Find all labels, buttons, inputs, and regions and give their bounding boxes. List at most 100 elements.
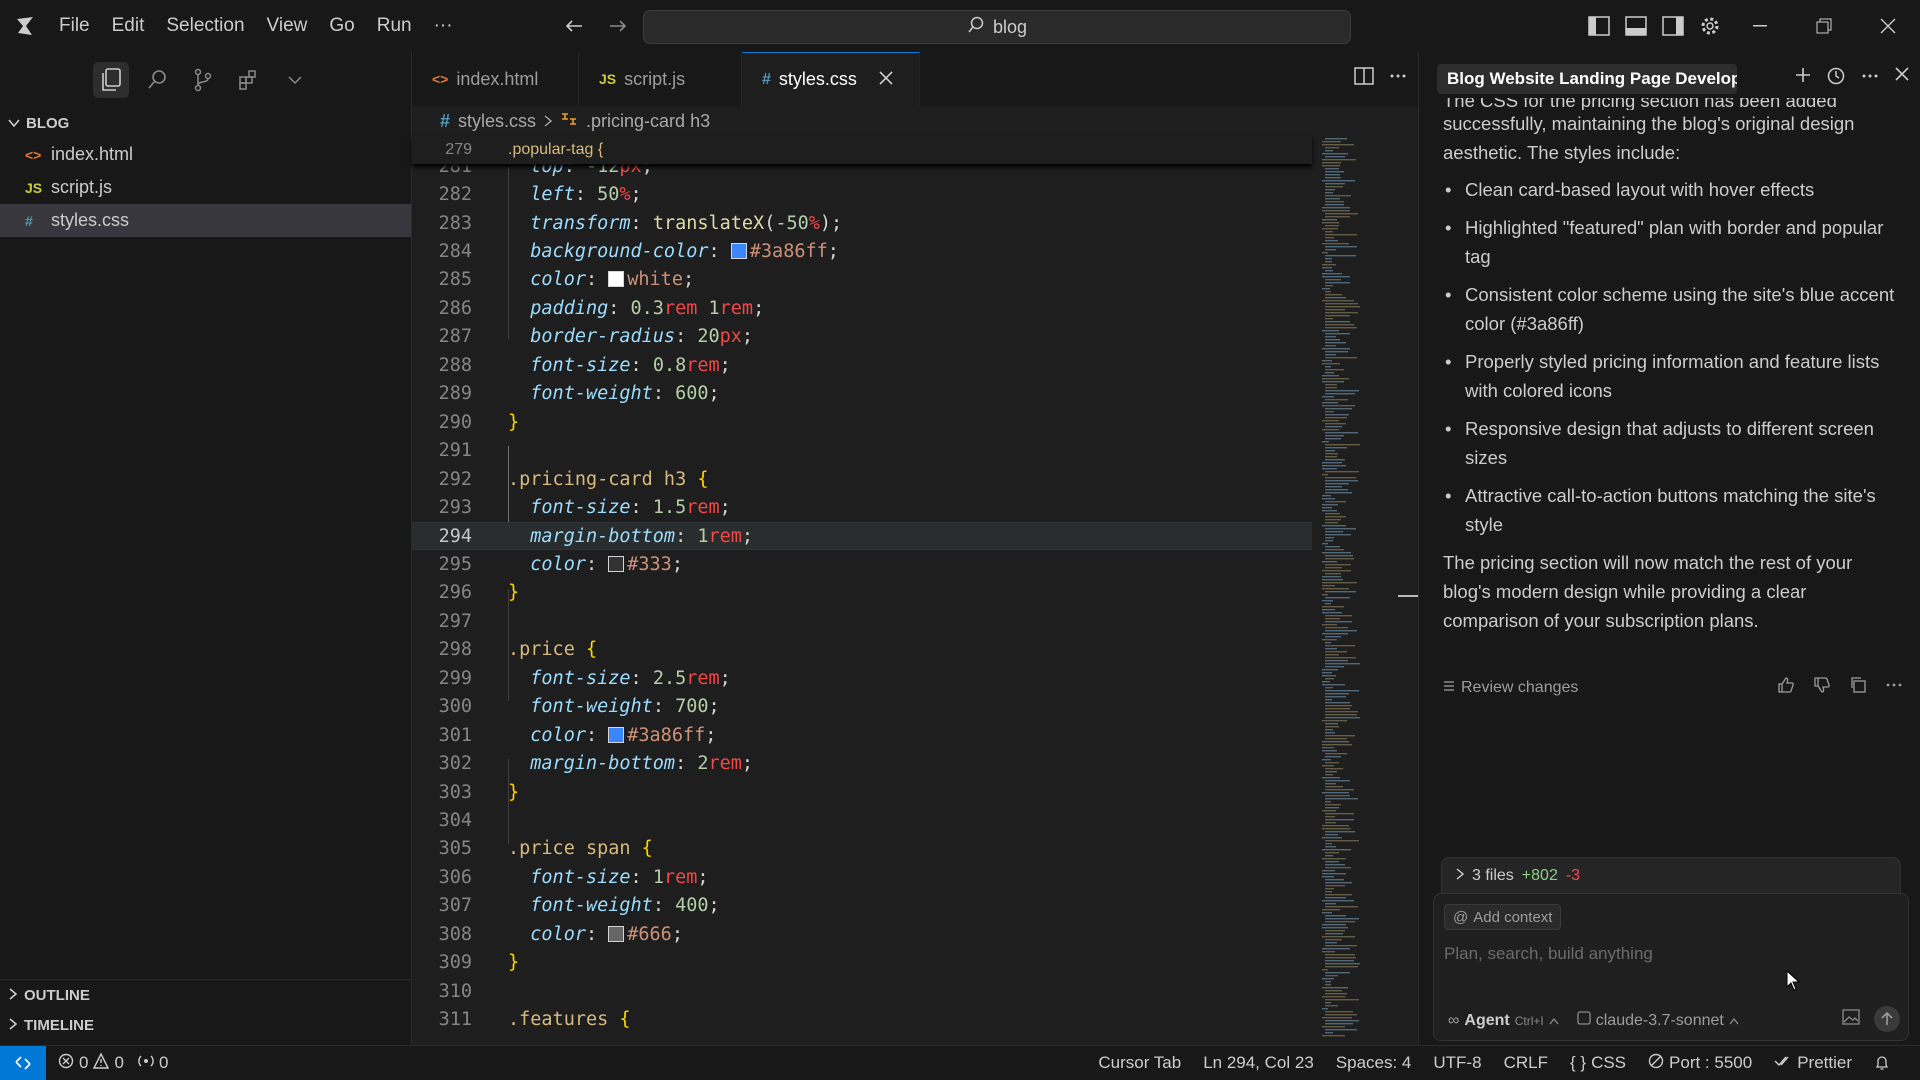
code-line[interactable]: 309} (412, 949, 1312, 977)
remote-indicator-icon[interactable] (0, 1045, 46, 1080)
chevron-down-icon[interactable] (277, 62, 313, 98)
back-arrow-icon[interactable] (560, 12, 588, 40)
agent-mode-selector[interactable]: ∞ Agent Ctrl+I (1448, 1012, 1559, 1030)
outline-section-header[interactable]: OUTLINE (0, 980, 411, 1010)
code-line[interactable]: 292 .pricing-card h3 { (412, 465, 1312, 493)
chat-input-box[interactable]: @ Add context Plan, search, build anythi… (1433, 893, 1909, 1041)
send-button[interactable] (1874, 1006, 1900, 1032)
more-actions-icon[interactable] (1860, 66, 1880, 91)
cursor-tab-status[interactable]: Cursor Tab (1098, 1053, 1181, 1073)
settings-gear-icon[interactable] (1691, 8, 1728, 45)
menu-more[interactable]: ··· (425, 11, 462, 41)
close-panel-icon[interactable] (1894, 66, 1910, 91)
more-actions-icon[interactable] (1388, 66, 1408, 91)
minimize-icon[interactable] (1728, 0, 1792, 52)
code-line[interactable]: 290} (412, 408, 1312, 436)
menu-selection[interactable]: Selection (157, 11, 253, 41)
tab-styles-css[interactable]: # styles.css (742, 52, 920, 106)
problems-indicator[interactable]: 0 0 (58, 1051, 124, 1074)
code-line[interactable]: 308 color: #666; (412, 920, 1312, 948)
close-tab-icon[interactable] (879, 69, 893, 90)
minimap[interactable] (1320, 136, 1406, 1045)
menu-file[interactable]: File (50, 11, 99, 41)
code-line[interactable]: 283 transform: translateX(-50%); (412, 209, 1312, 237)
code-line[interactable]: 299 font-size: 2.5rem; (412, 664, 1312, 692)
code-line[interactable]: 286 padding: 0.3rem 1rem; (412, 294, 1312, 322)
toggle-panel-icon[interactable] (1617, 8, 1654, 45)
code-line[interactable]: 304 (412, 806, 1312, 834)
indentation-status[interactable]: Spaces: 4 (1336, 1053, 1412, 1073)
ports-indicator[interactable]: 0 (138, 1053, 168, 1074)
code-line[interactable]: 282 left: 50%; (412, 180, 1312, 208)
file-item-script-js[interactable]: JS script.js (0, 171, 411, 204)
breadcrumb-file[interactable]: styles.css (458, 111, 536, 132)
file-item-index-html[interactable]: <> index.html (0, 138, 411, 171)
live-server-port[interactable]: Port : 5500 (1648, 1053, 1752, 1074)
history-icon[interactable] (1826, 66, 1846, 91)
toggle-secondary-sidebar-icon[interactable] (1654, 8, 1691, 45)
toggle-primary-sidebar-icon[interactable] (1580, 8, 1617, 45)
file-item-styles-css[interactable]: # styles.css (0, 204, 411, 237)
code-line[interactable]: 307 font-weight: 400; (412, 892, 1312, 920)
extensions-icon[interactable] (231, 62, 267, 98)
code-line[interactable]: 302 margin-bottom: 2rem; (412, 749, 1312, 777)
source-control-icon[interactable] (185, 62, 221, 98)
code-line[interactable]: 285 color: white; (412, 266, 1312, 294)
code-line[interactable]: 306 font-size: 1rem; (412, 863, 1312, 891)
code-editor[interactable]: 281 top: -12px; 282 left: 50%; 283 transfo… (412, 136, 1312, 1045)
explorer-folder-header[interactable]: BLOG (0, 108, 411, 138)
command-center-search[interactable]: blog (643, 10, 1351, 44)
code-line[interactable]: 303} (412, 778, 1312, 806)
thumbs-up-icon[interactable] (1777, 676, 1795, 699)
chat-input-placeholder[interactable]: Plan, search, build anything (1444, 944, 1653, 964)
changed-files-summary[interactable]: 3 files +802 -3 (1441, 857, 1901, 893)
code-line[interactable]: 287 border-radius: 20px; (412, 323, 1312, 351)
code-line[interactable]: 301 color: #3a86ff; (412, 721, 1312, 749)
code-line[interactable]: 297 (412, 607, 1312, 635)
new-chat-icon[interactable] (1794, 66, 1812, 91)
search-icon[interactable] (139, 62, 175, 98)
thumbs-down-icon[interactable] (1813, 676, 1831, 699)
notifications-bell-icon[interactable] (1874, 1055, 1890, 1071)
review-changes-button[interactable]: Review changes (1461, 679, 1578, 697)
chat-tab-title[interactable]: Blog Website Landing Page Developm (1437, 64, 1737, 94)
tab-index-html[interactable]: <> index.html (412, 52, 579, 106)
code-line[interactable]: 300 font-weight: 700; (412, 693, 1312, 721)
sticky-scroll-line[interactable]: 279 .popular-tag { (412, 136, 1312, 164)
code-line[interactable]: 311 .features { (412, 1006, 1312, 1034)
tab-script-js[interactable]: JS script.js (579, 52, 742, 106)
language-mode[interactable]: { } CSS (1570, 1053, 1626, 1073)
prettier-status[interactable]: Prettier (1774, 1053, 1852, 1073)
eol-status[interactable]: CRLF (1504, 1053, 1548, 1073)
encoding-status[interactable]: UTF-8 (1433, 1053, 1481, 1073)
breadcrumb-symbol[interactable]: .pricing-card h3 (586, 111, 710, 132)
explorer-icon[interactable] (93, 62, 129, 98)
code-line[interactable]: 293 font-size: 1.5rem; (412, 493, 1312, 521)
code-line[interactable]: 296} (412, 579, 1312, 607)
cursor-logo-icon[interactable] (0, 0, 50, 52)
code-line[interactable]: 284 background-color: #3a86ff; (412, 237, 1312, 265)
code-line[interactable]: 294 margin-bottom: 1rem; (412, 521, 1312, 551)
menu-view[interactable]: View (258, 11, 317, 41)
menu-run[interactable]: Run (368, 11, 421, 41)
menu-edit[interactable]: Edit (103, 11, 154, 41)
code-line[interactable]: 298 .price { (412, 636, 1312, 664)
model-selector[interactable]: claude-3.7-sonnet (1577, 1011, 1739, 1030)
code-line[interactable]: 288 font-size: 0.8rem; (412, 351, 1312, 379)
more-actions-icon[interactable] (1885, 676, 1903, 699)
image-attach-icon[interactable] (1842, 1008, 1860, 1030)
code-line[interactable]: 295 color: #333; (412, 550, 1312, 578)
close-window-icon[interactable] (1856, 0, 1920, 52)
forward-arrow-icon[interactable] (604, 12, 632, 40)
code-line[interactable]: 289 font-weight: 600; (412, 380, 1312, 408)
split-editor-icon[interactable] (1354, 66, 1374, 91)
code-line[interactable]: 305 .price span { (412, 835, 1312, 863)
code-line[interactable]: 310 (412, 977, 1312, 1005)
code-line[interactable]: 291 (412, 437, 1312, 465)
menu-go[interactable]: Go (320, 11, 363, 41)
cursor-position[interactable]: Ln 294, Col 23 (1203, 1053, 1314, 1073)
add-context-button[interactable]: @ Add context (1444, 904, 1562, 930)
copy-icon[interactable] (1849, 676, 1867, 699)
restore-icon[interactable] (1792, 0, 1856, 52)
timeline-section-header[interactable]: TIMELINE (0, 1010, 411, 1040)
